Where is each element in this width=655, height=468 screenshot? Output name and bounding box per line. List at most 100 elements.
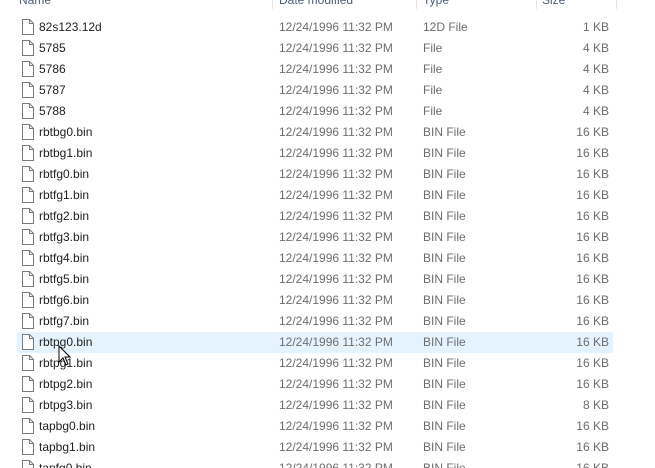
file-row[interactable]: 5787 12/24/1996 11:32 PM File 4 KB	[0, 80, 655, 101]
file-row[interactable]: 82s123.12d 12/24/1996 11:32 PM 12D File 1 K…	[0, 17, 655, 38]
file-icon	[22, 439, 34, 455]
column-divider[interactable]	[272, 0, 273, 9]
file-type: File	[423, 62, 443, 76]
file-size: 16 KB	[576, 440, 609, 454]
column-header-name[interactable]: Name	[19, 0, 269, 9]
file-row[interactable]: rbtbg1.bin 12/24/1996 11:32 PM BIN File 16 …	[0, 143, 655, 164]
file-size: 4 KB	[582, 41, 609, 55]
file-name: rbtbg0.bin	[39, 125, 93, 139]
file-date-modified: 12/24/1996 11:32 PM	[279, 125, 393, 139]
column-divider[interactable]	[616, 0, 617, 9]
file-row[interactable]: rbtfg7.bin 12/24/1996 11:32 PM BIN File 16 …	[0, 311, 655, 332]
file-icon	[22, 292, 34, 308]
file-row[interactable]: rbtfg2.bin 12/24/1996 11:32 PM BIN File 16 …	[0, 206, 655, 227]
file-type: BIN File	[423, 419, 466, 433]
column-header-size[interactable]: Size	[542, 0, 612, 9]
file-type: BIN File	[423, 356, 466, 370]
file-row[interactable]: rbtbg0.bin 12/24/1996 11:32 PM BIN File 16 …	[0, 122, 655, 143]
file-name: tapbg1.bin	[39, 440, 96, 454]
file-date-modified: 12/24/1996 11:32 PM	[279, 104, 393, 118]
file-row[interactable]: tapbg1.bin 12/24/1996 11:32 PM BIN File 16 …	[0, 437, 655, 458]
file-date-modified: 12/24/1996 11:32 PM	[279, 251, 393, 265]
file-date-modified: 12/24/1996 11:32 PM	[279, 398, 393, 412]
file-size: 16 KB	[576, 272, 609, 286]
file-row[interactable]: rbtfg6.bin 12/24/1996 11:32 PM BIN File 16 …	[0, 290, 655, 311]
file-icon	[22, 397, 34, 413]
file-row[interactable]: rbtfg5.bin 12/24/1996 11:32 PM BIN File 16 …	[0, 269, 655, 290]
file-type: File	[423, 104, 443, 118]
file-row[interactable]: rbtpg3.bin 12/24/1996 11:32 PM BIN File 8 K…	[0, 395, 655, 416]
file-name: rbtfg0.bin	[39, 167, 90, 181]
file-size: 16 KB	[576, 314, 609, 328]
file-icon	[22, 187, 34, 203]
file-name: 5788	[39, 104, 66, 118]
file-date-modified: 12/24/1996 11:32 PM	[279, 377, 393, 391]
file-row[interactable]: rbtfg1.bin 12/24/1996 11:32 PM BIN File 16 …	[0, 185, 655, 206]
file-row[interactable]: tapbg0.bin 12/24/1996 11:32 PM BIN File 16 …	[0, 416, 655, 437]
file-type: File	[423, 41, 443, 55]
file-icon	[22, 103, 34, 119]
file-date-modified: 12/24/1996 11:32 PM	[279, 167, 393, 181]
file-date-modified: 12/24/1996 11:32 PM	[279, 293, 393, 307]
file-icon	[22, 208, 34, 224]
file-date-modified: 12/24/1996 11:32 PM	[279, 440, 393, 454]
file-name: tapbg0.bin	[39, 419, 96, 433]
file-size: 16 KB	[576, 146, 609, 160]
file-type: BIN File	[423, 272, 466, 286]
file-size: 16 KB	[576, 335, 609, 349]
file-size: 16 KB	[576, 356, 609, 370]
file-size: 4 KB	[582, 62, 609, 76]
file-date-modified: 12/24/1996 11:32 PM	[279, 188, 393, 202]
file-row[interactable]: 5786 12/24/1996 11:32 PM File 4 KB	[0, 59, 655, 80]
file-icon	[22, 82, 34, 98]
file-row[interactable]: rbtfg3.bin 12/24/1996 11:32 PM BIN File 16 …	[0, 227, 655, 248]
file-type: File	[423, 83, 443, 97]
file-date-modified: 12/24/1996 11:32 PM	[279, 230, 393, 244]
file-name: 82s123.12d	[39, 20, 102, 34]
file-size: 16 KB	[576, 419, 609, 433]
file-icon	[22, 166, 34, 182]
file-size: 16 KB	[576, 209, 609, 223]
file-size: 16 KB	[576, 293, 609, 307]
file-name: rbtpg0.bin	[39, 335, 93, 349]
file-icon	[22, 19, 34, 35]
column-header-date-modified[interactable]: Date modified	[279, 0, 414, 9]
file-row[interactable]: rbtpg1.bin 12/24/1996 11:32 PM BIN File 16 …	[0, 353, 655, 374]
file-list-view: Name Date modified Type Size 82s123.12d 1…	[0, 0, 655, 468]
file-name: rbtpg2.bin	[39, 377, 93, 391]
file-row[interactable]: 5785 12/24/1996 11:32 PM File 4 KB	[0, 38, 655, 59]
file-icon	[22, 229, 34, 245]
file-date-modified: 12/24/1996 11:32 PM	[279, 272, 393, 286]
file-icon	[22, 355, 34, 371]
file-row[interactable]: rbtpg0.bin 12/24/1996 11:32 PM BIN File 16 …	[0, 332, 655, 353]
file-row[interactable]: rbtfg0.bin 12/24/1996 11:32 PM BIN File 16 …	[0, 164, 655, 185]
file-icon	[22, 418, 34, 434]
file-row[interactable]: rbtpg2.bin 12/24/1996 11:32 PM BIN File 16 …	[0, 374, 655, 395]
file-icon	[22, 460, 34, 468]
file-name: rbtfg2.bin	[39, 209, 90, 223]
file-name: rbtpg1.bin	[39, 356, 93, 370]
file-row[interactable]: 5788 12/24/1996 11:32 PM File 4 KB	[0, 101, 655, 122]
file-date-modified: 12/24/1996 11:32 PM	[279, 335, 393, 349]
file-date-modified: 12/24/1996 11:32 PM	[279, 419, 393, 433]
column-header-bar: Name Date modified Type Size	[0, 0, 617, 9]
file-list: 82s123.12d 12/24/1996 11:32 PM 12D File 1 K…	[0, 17, 655, 468]
file-date-modified: 12/24/1996 11:32 PM	[279, 356, 393, 370]
file-size: 16 KB	[576, 461, 609, 468]
file-name: rbtfg4.bin	[39, 251, 90, 265]
file-icon	[22, 313, 34, 329]
file-type: BIN File	[423, 440, 466, 454]
file-size: 16 KB	[576, 230, 609, 244]
file-name: rbtbg1.bin	[39, 146, 93, 160]
file-row[interactable]: tapfg0.bin 12/24/1996 11:32 PM BIN File 16 …	[0, 458, 655, 468]
file-type: BIN File	[423, 293, 466, 307]
file-name: rbtpg3.bin	[39, 398, 93, 412]
file-type: BIN File	[423, 209, 466, 223]
column-divider[interactable]	[416, 0, 417, 9]
file-row[interactable]: rbtfg4.bin 12/24/1996 11:32 PM BIN File 16 …	[0, 248, 655, 269]
column-header-type[interactable]: Type	[423, 0, 533, 9]
column-divider[interactable]	[536, 0, 537, 9]
file-size: 16 KB	[576, 167, 609, 181]
file-date-modified: 12/24/1996 11:32 PM	[279, 314, 393, 328]
file-type: BIN File	[423, 125, 466, 139]
